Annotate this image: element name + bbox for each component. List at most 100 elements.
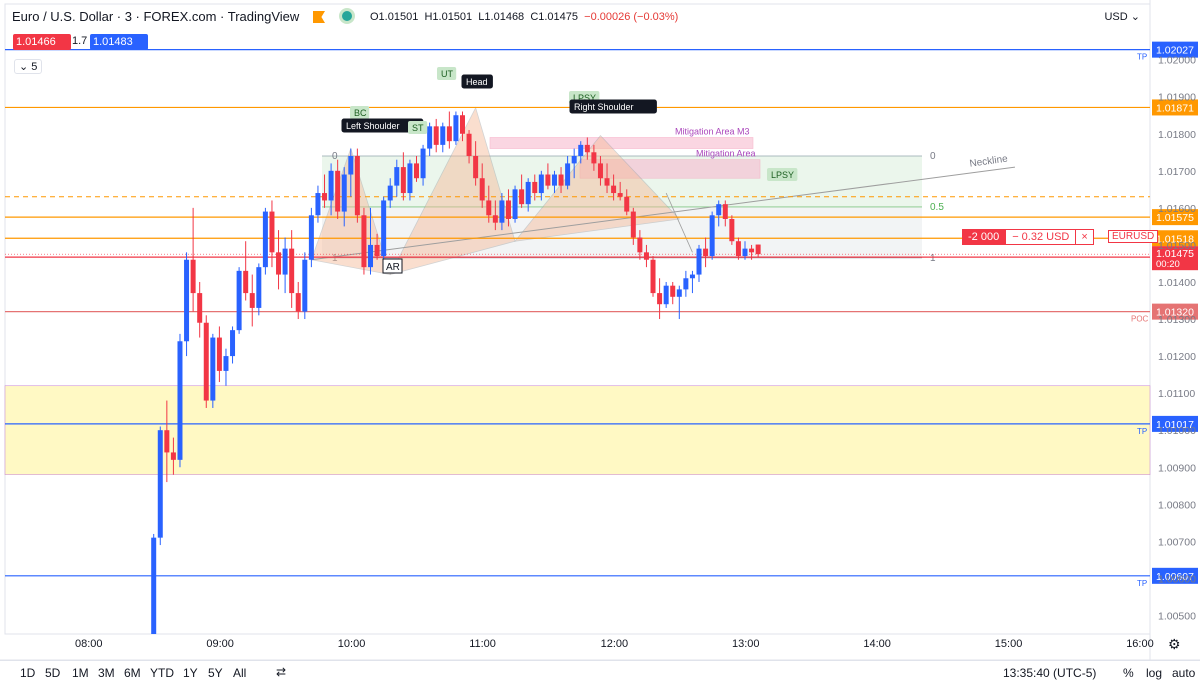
candle-body bbox=[414, 163, 419, 179]
candle-body bbox=[407, 163, 413, 194]
candle-body bbox=[512, 189, 518, 219]
x-tick-label: 15:00 bbox=[995, 638, 1023, 650]
y-tick-label: 1.00600 bbox=[1158, 573, 1196, 585]
candle-body bbox=[611, 185, 617, 194]
candle-body bbox=[282, 248, 288, 275]
candle-body bbox=[276, 252, 282, 275]
candle-body bbox=[341, 174, 347, 212]
chart-header: Euro / U.S. Dollar · 3 · FOREX.com · Tra… bbox=[0, 0, 1150, 34]
flag-icon[interactable] bbox=[313, 11, 325, 23]
timeframe-1y[interactable]: 1Y bbox=[183, 666, 198, 680]
timeframe-5y[interactable]: 5Y bbox=[208, 666, 223, 680]
indicators-toggle[interactable]: ⌄ 5 bbox=[14, 59, 43, 74]
candle-body bbox=[683, 278, 689, 290]
market-status-icon bbox=[342, 11, 352, 21]
candle-body bbox=[499, 200, 505, 223]
candle-body bbox=[315, 193, 321, 216]
sell-quote[interactable]: 1.01466 bbox=[13, 34, 71, 50]
timeframe-ytd[interactable]: YTD bbox=[150, 666, 174, 680]
timeframe-all[interactable]: All bbox=[233, 666, 246, 680]
candle-body bbox=[354, 155, 360, 216]
label-ar: AR bbox=[386, 262, 400, 273]
trading-chart-window: { "header": { "title": "Euro / U.S. Doll… bbox=[0, 0, 1200, 683]
label-lpsy-2: LPSY bbox=[771, 170, 794, 180]
timeframe-3m[interactable]: 3M bbox=[98, 666, 115, 680]
x-tick-label: 09:00 bbox=[206, 638, 234, 650]
candle-body bbox=[466, 133, 472, 156]
gear-icon[interactable]: ⚙ bbox=[1168, 636, 1181, 653]
candle-body bbox=[289, 248, 295, 294]
currency-label: USD bbox=[1104, 11, 1128, 23]
candle-body bbox=[486, 200, 492, 216]
candle-body bbox=[197, 293, 203, 323]
candle-body bbox=[689, 274, 695, 279]
spread-value: 1.7 bbox=[72, 35, 88, 47]
candle-body bbox=[420, 148, 426, 179]
x-tick-label: 11:00 bbox=[469, 638, 496, 650]
timeframe-1m[interactable]: 1M bbox=[72, 666, 89, 680]
y-tick-label: 1.01000 bbox=[1158, 425, 1196, 437]
log-toggle[interactable]: log bbox=[1146, 666, 1162, 680]
candle-body bbox=[578, 144, 584, 156]
date-range-icon[interactable]: ⇄ bbox=[276, 665, 286, 679]
ohlc-values: O1.01501 H1.01501 L1.01468 C1.01475 −0.0… bbox=[370, 11, 678, 23]
candle-body bbox=[302, 259, 308, 312]
candle-body bbox=[538, 174, 544, 194]
price-chart[interactable]: 0 00.51 1Mitigation Area M3Mitigation Area… bbox=[0, 0, 1200, 660]
candle-body bbox=[670, 285, 676, 297]
candle-body bbox=[742, 248, 748, 257]
position-pnl: − 0.32 USD bbox=[1005, 229, 1077, 245]
y-tick-label: 1.01700 bbox=[1158, 166, 1196, 178]
timeframe-5d[interactable]: 5D bbox=[45, 666, 60, 680]
y-tick-label: 1.01100 bbox=[1158, 388, 1195, 400]
label-head: Head bbox=[466, 77, 488, 87]
countdown-label: 00:20 bbox=[1156, 259, 1180, 270]
position-line[interactable]: -2 000− 0.32 USD × bbox=[962, 229, 1094, 245]
ohlc-open: O1.01501 bbox=[370, 11, 419, 23]
candle-body bbox=[433, 126, 439, 145]
bottom-toolbar: 1D 5D 1M 3M 6M YTD 1Y 5Y All ⇄ 13:35:40 … bbox=[0, 660, 1200, 683]
auto-toggle[interactable]: auto bbox=[1172, 666, 1195, 680]
fib-label: 0.5 bbox=[930, 202, 944, 213]
close-icon[interactable]: × bbox=[1076, 229, 1094, 245]
candle-body bbox=[584, 144, 590, 153]
candle-body bbox=[551, 174, 557, 186]
candle-body bbox=[151, 537, 157, 634]
ohlc-low: L1.01468 bbox=[478, 11, 525, 23]
mitigation-area-m3-label: Mitigation Area M3 bbox=[675, 126, 750, 136]
candle-body bbox=[473, 155, 479, 179]
currency-selector[interactable]: USD ⌄ bbox=[1104, 10, 1140, 23]
candle-body bbox=[716, 204, 722, 216]
candle-body bbox=[230, 330, 236, 357]
candle-body bbox=[243, 270, 249, 294]
candle-body bbox=[249, 293, 255, 308]
timeframe-1d[interactable]: 1D bbox=[20, 666, 35, 680]
fib-label: 0 bbox=[930, 151, 936, 162]
candle-body bbox=[703, 248, 709, 257]
buy-quote[interactable]: 1.01483 bbox=[90, 34, 148, 50]
timeframe-6m[interactable]: 6M bbox=[124, 666, 141, 680]
fib-label: 0 bbox=[332, 151, 338, 162]
candle-body bbox=[729, 218, 735, 242]
clock[interactable]: 13:35:40 (UTC-5) bbox=[1003, 666, 1096, 680]
mitigation-area-m3 bbox=[489, 137, 754, 149]
candle-body bbox=[604, 178, 610, 186]
candle-body bbox=[440, 126, 446, 145]
candle-body bbox=[295, 293, 301, 312]
candle-body bbox=[492, 215, 498, 223]
candle-body bbox=[394, 167, 400, 186]
candle-body bbox=[190, 259, 196, 294]
symbol-title[interactable]: Euro / U.S. Dollar · 3 · FOREX.com · Tra… bbox=[12, 9, 299, 24]
percent-toggle[interactable]: % bbox=[1123, 666, 1134, 680]
candle-body bbox=[328, 170, 334, 201]
candle-body bbox=[624, 196, 630, 212]
candle-body bbox=[565, 163, 571, 186]
candle-body bbox=[571, 155, 577, 164]
candle-body bbox=[157, 430, 163, 538]
ohlc-high: H1.01501 bbox=[424, 11, 473, 23]
price-line-tag: POC bbox=[1131, 315, 1149, 324]
candle-body bbox=[400, 167, 406, 194]
candle-body bbox=[650, 259, 656, 294]
y-tick-label: 1.01300 bbox=[1158, 314, 1196, 326]
demand-zone bbox=[4, 385, 1151, 475]
